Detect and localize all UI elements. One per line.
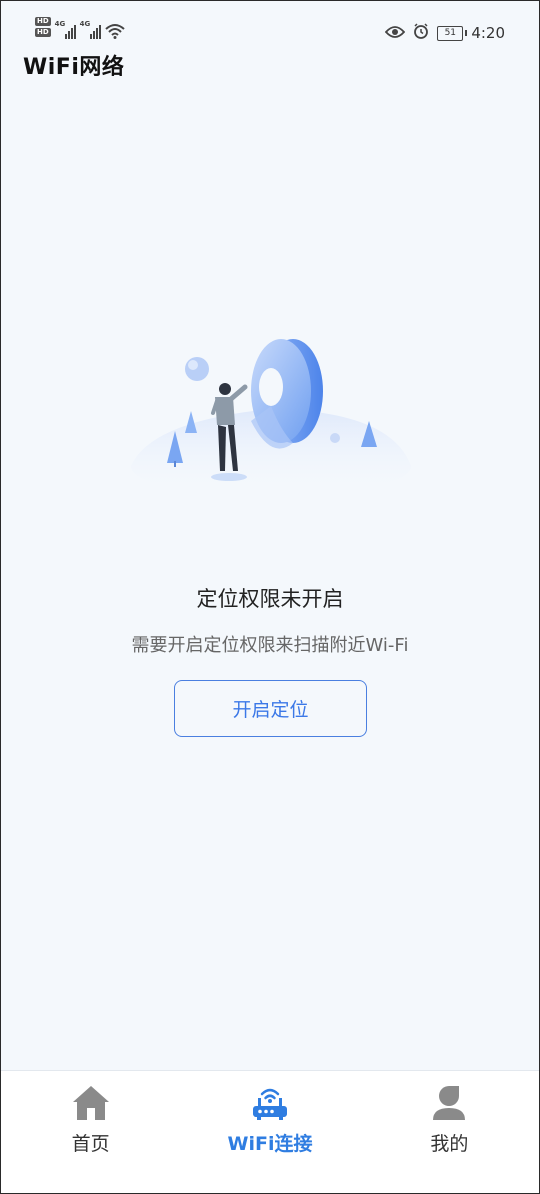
status-left-group: HD HD 4G 4G	[35, 17, 125, 43]
alarm-icon	[413, 23, 429, 43]
network-type: 4G	[54, 20, 66, 28]
status-time: 4:20	[471, 24, 505, 42]
nav-item-wifi[interactable]: WiFi连接	[180, 1071, 359, 1193]
hd-indicators: HD HD	[35, 17, 51, 37]
wifi-icon	[105, 23, 125, 43]
nav-label: 首页	[71, 1133, 110, 1155]
router-icon	[250, 1083, 290, 1123]
network-type: 4G	[79, 20, 91, 28]
home-icon	[71, 1083, 111, 1123]
signal-icon: 4G	[80, 17, 101, 39]
status-right-group: 51 4:20	[385, 23, 505, 43]
nav-item-home[interactable]: 首页	[1, 1071, 180, 1193]
location-permission-illustration	[121, 331, 421, 511]
hd-badge: HD	[35, 17, 51, 26]
bottom-navigation: 首页 WiFi连接 我的	[1, 1070, 539, 1193]
nav-label: 我的	[430, 1133, 469, 1155]
signal-icon: 4G	[55, 17, 76, 39]
empty-state-description: 需要开启定位权限来扫描附近Wi-Fi	[131, 635, 409, 656]
profile-icon	[429, 1083, 469, 1123]
app-screen: HD HD 4G 4G 51 4:20 WiFi网络 定位权限未开启 需要开启定…	[0, 0, 540, 1194]
eye-icon	[385, 24, 406, 43]
status-bar: HD HD 4G 4G 51 4:20	[1, 1, 539, 49]
nav-item-profile[interactable]: 我的	[360, 1071, 539, 1193]
hd-badge: HD	[35, 28, 51, 37]
empty-state-title: 定位权限未开启	[196, 587, 344, 611]
battery-icon: 51	[437, 25, 468, 41]
nav-label: WiFi连接	[227, 1133, 313, 1155]
page-title: WiFi网络	[23, 55, 125, 80]
enable-location-button[interactable]: 开启定位	[174, 680, 367, 737]
